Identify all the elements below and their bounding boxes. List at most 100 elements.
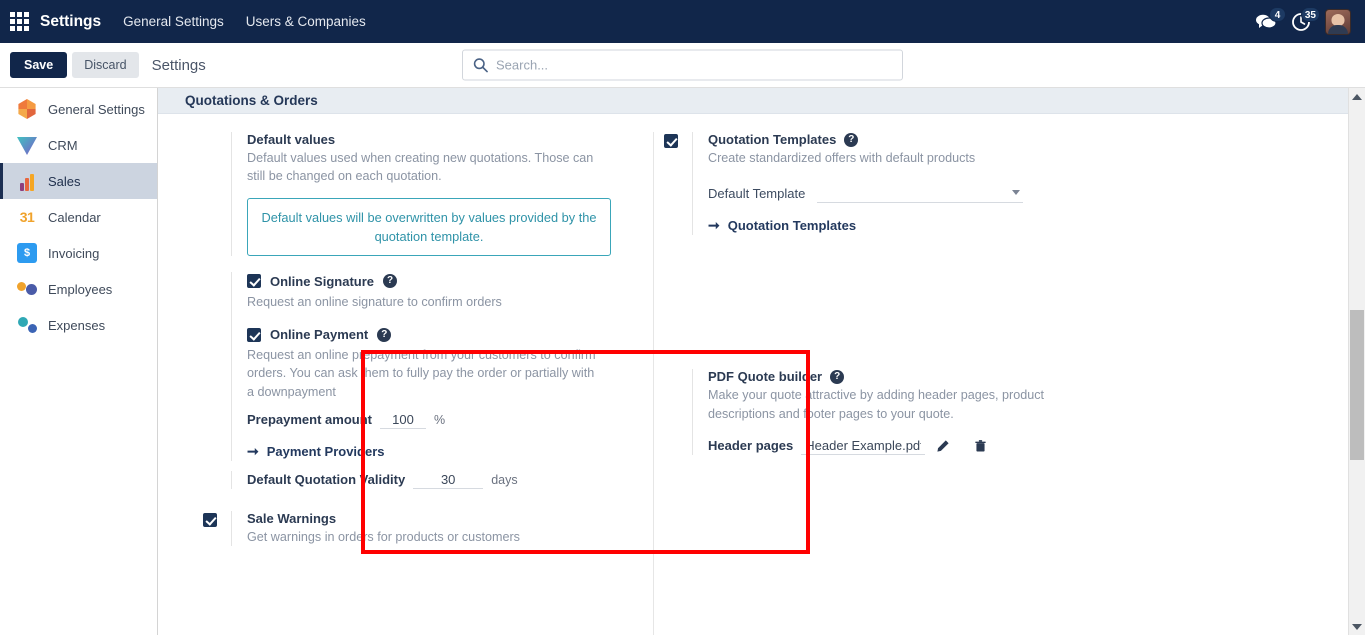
- chevron-down-icon: [1012, 190, 1021, 196]
- quotation-validity-input[interactable]: [413, 470, 484, 489]
- quotation-templates-link-label: Quotation Templates: [727, 218, 857, 234]
- nav-item-general-settings[interactable]: General Settings: [123, 14, 224, 29]
- scrollbar-thumb[interactable]: [1350, 310, 1364, 460]
- setting-body: Default values Default values used when …: [231, 132, 650, 256]
- checkbox-slot: [203, 511, 231, 546]
- setting-body: Quotation Templates ? Create standardize…: [692, 132, 1145, 236]
- settings-grid: Default values Default values used when …: [158, 114, 1365, 635]
- header-pages-input[interactable]: [801, 436, 926, 455]
- setting-body: Default Quotation Validity days: [231, 470, 650, 489]
- prepayment-amount-label: Prepayment amount: [247, 411, 372, 427]
- breadcrumb: Settings: [151, 56, 206, 74]
- sidebar-item-label: CRM: [48, 137, 78, 153]
- scroll-up-arrow-icon[interactable]: [1349, 88, 1365, 105]
- checkbox-slot-empty: [203, 132, 231, 256]
- setting-title: Default values: [247, 132, 336, 147]
- online-signature-checkbox[interactable]: [247, 274, 261, 289]
- help-circle-icon[interactable]: ?: [383, 274, 398, 289]
- setting-pdf-quote-builder: PDF Quote builder ? Make your quote attr…: [664, 369, 1145, 455]
- online-payment-checkbox[interactable]: [247, 327, 261, 342]
- discard-button[interactable]: Discard: [72, 52, 139, 78]
- online-payment-description: Request an online prepayment from your c…: [247, 348, 596, 399]
- save-button[interactable]: Save: [10, 52, 68, 78]
- sidebar-item-sales[interactable]: Sales: [0, 163, 157, 199]
- sidebar-item-label: Employees: [48, 281, 113, 297]
- sidebar-item-expenses[interactable]: Expenses: [0, 307, 157, 343]
- avatar[interactable]: [1325, 8, 1351, 35]
- sidebar-item-label: Sales: [48, 173, 81, 189]
- settings-main: Quotations & Orders Default values Defau…: [158, 88, 1365, 635]
- checkbox-slot-empty: [203, 272, 231, 461]
- sale-warnings-checkbox[interactable]: [203, 512, 217, 527]
- checkbox-slot: [664, 132, 692, 235]
- settings-column-right: Quotation Templates ? Create standardize…: [653, 132, 1145, 635]
- default-values-alert: Default values will be overwritten by va…: [247, 197, 611, 256]
- checkbox-slot-empty: [664, 369, 692, 455]
- search-bar[interactable]: [462, 49, 903, 81]
- arrow-right-icon: ➞: [247, 442, 259, 459]
- search-input[interactable]: [496, 57, 892, 73]
- delete-header-pages-button[interactable]: [971, 439, 990, 453]
- settings-column-left: Default values Default values used when …: [158, 132, 650, 635]
- sidebar-item-label: Invoicing: [48, 245, 100, 261]
- arrow-right-icon: ➞: [708, 217, 720, 234]
- app-brand-settings[interactable]: Settings: [40, 13, 101, 31]
- help-circle-icon[interactable]: ?: [844, 132, 859, 147]
- pdf-quote-builder-label: PDF Quote builder: [708, 369, 823, 385]
- setting-sale-warnings: Sale Warnings Get warnings in orders for…: [203, 510, 650, 547]
- employees-icon: [17, 279, 37, 299]
- help-circle-icon[interactable]: ?: [830, 369, 845, 384]
- navbar-right-tools: 4 35: [1255, 6, 1355, 35]
- quotation-templates-checkbox[interactable]: [664, 134, 678, 148]
- messages-badge-count: 4: [1269, 6, 1286, 22]
- sidebar-item-employees[interactable]: Employees: [0, 271, 157, 307]
- crm-icon: [17, 137, 37, 155]
- calendar-31-icon: 31: [19, 209, 35, 225]
- quotation-templates-link[interactable]: ➞ Quotation Templates: [708, 217, 856, 234]
- prepayment-amount-input[interactable]: [379, 410, 426, 429]
- sidebar-item-crm[interactable]: CRM: [0, 127, 157, 163]
- pencil-icon: [937, 440, 949, 452]
- help-circle-icon[interactable]: ?: [377, 327, 392, 342]
- messages-button[interactable]: 4: [1255, 6, 1286, 32]
- setting-body: Sale Warnings Get warnings in orders for…: [231, 510, 650, 547]
- online-signature-description: Request an online signature to confirm o…: [247, 294, 502, 309]
- payment-providers-link[interactable]: ➞ Payment Providers: [247, 443, 385, 460]
- scroll-down-arrow-icon[interactable]: [1349, 618, 1365, 635]
- sales-bar-chart-icon: [17, 171, 37, 191]
- top-navbar: Settings General Settings Users & Compan…: [0, 0, 1365, 43]
- default-template-select[interactable]: [817, 183, 1024, 204]
- edit-header-pages-button[interactable]: [933, 439, 953, 453]
- sidebar-item-general-settings[interactable]: General Settings: [0, 91, 157, 127]
- sidebar-item-label: Calendar: [48, 209, 101, 225]
- prepayment-amount-row: Prepayment amount %: [247, 410, 650, 429]
- setting-default-values: Default values Default values used when …: [203, 132, 650, 256]
- sale-warnings-description: Get warnings in orders for products or c…: [247, 529, 520, 544]
- quotation-templates-description: Create standardized offers with default …: [708, 151, 976, 165]
- online-signature-row: Online Signature ?: [247, 274, 650, 289]
- default-template-label: Default Template: [708, 185, 806, 201]
- quotation-validity-row: Default Quotation Validity days: [247, 470, 650, 489]
- expenses-icon: [17, 315, 37, 335]
- setting-online-signature-payment-group: Online Signature ? Request an online sig…: [203, 271, 650, 461]
- online-signature-label: Online Signature: [270, 273, 375, 289]
- setting-description: Default values used when creating new qu…: [247, 151, 594, 184]
- trash-icon: [975, 439, 986, 452]
- nav-item-users-companies[interactable]: Users & Companies: [246, 14, 366, 29]
- activities-badge-count: 35: [1300, 6, 1320, 22]
- sidebar-item-invoicing[interactable]: $ Invoicing: [0, 235, 157, 271]
- sidebar-item-calendar[interactable]: 31 Calendar: [0, 199, 157, 235]
- search-icon: [473, 58, 488, 73]
- invoice-icon: $: [17, 243, 37, 263]
- body-wrapper: General Settings CRM Sales 31 Calendar $…: [0, 88, 1365, 635]
- online-payment-label: Online Payment: [270, 327, 369, 343]
- apps-grid-icon[interactable]: [8, 11, 30, 33]
- online-payment-row: Online Payment ?: [247, 327, 650, 342]
- prepayment-amount-unit: %: [433, 412, 446, 427]
- activities-button[interactable]: 35: [1291, 6, 1320, 32]
- vertical-scrollbar[interactable]: [1348, 88, 1365, 635]
- settings-sidebar: General Settings CRM Sales 31 Calendar $…: [0, 88, 158, 635]
- setting-body: PDF Quote builder ? Make your quote attr…: [692, 369, 1145, 455]
- pdf-quote-builder-description: Make your quote attractive by adding hea…: [708, 388, 1045, 421]
- sidebar-item-label: Expenses: [48, 317, 106, 333]
